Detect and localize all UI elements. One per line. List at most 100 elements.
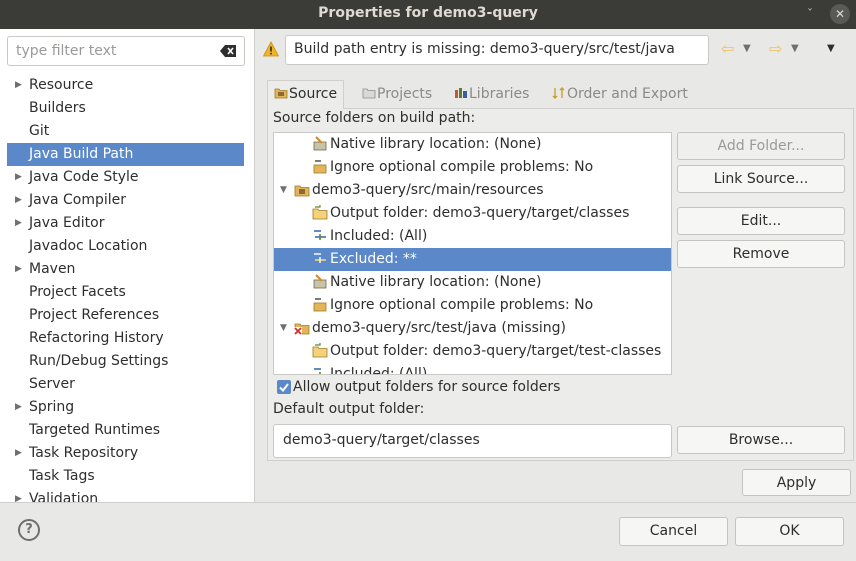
order-export-tab-icon [552, 87, 565, 99]
tree-item[interactable]: ▶ Maven [0, 258, 254, 281]
tree-item[interactable]: Refactoring History [0, 327, 254, 350]
remove-button[interactable]: Remove [677, 240, 845, 268]
forward-arrow-icon[interactable]: ⇨ [769, 39, 782, 58]
expand-arrow-icon[interactable]: ▶ [15, 442, 23, 465]
excluded-icon [314, 253, 326, 263]
tree-item[interactable]: Task Tags [0, 465, 254, 488]
tree-item-label: Java Editor [29, 215, 105, 231]
entry-label: demo3-query/src/main/resources [312, 182, 544, 198]
tree-item[interactable]: ▶ Spring [0, 396, 254, 419]
collapse-arrow-icon[interactable]: ▼ [280, 179, 287, 202]
close-icon[interactable]: ✕ [830, 4, 850, 24]
entry-icon [312, 228, 328, 244]
output-folder-icon [312, 343, 328, 358]
tree-item[interactable]: Server [0, 373, 254, 396]
list-item[interactable]: Native library location: (None) [274, 133, 671, 156]
tree-item[interactable]: Java Build Path [7, 143, 244, 166]
tree-item[interactable]: ▶ Java Compiler [0, 189, 254, 212]
list-item[interactable]: Included: (All) [274, 363, 671, 374]
tree-item[interactable]: ▶ Validation [0, 488, 254, 511]
missing-source-folder-icon [294, 323, 310, 335]
minimize-icon[interactable]: ˇ [800, 4, 820, 24]
expand-arrow-icon[interactable]: ▶ [15, 166, 23, 189]
apply-button[interactable]: Apply [742, 469, 851, 496]
entry-icon [294, 320, 310, 336]
list-item[interactable]: Ignore optional compile problems: No [274, 156, 671, 179]
list-item[interactable]: Excluded: ** [274, 248, 671, 271]
source-tab-icon [274, 88, 288, 99]
tab-source[interactable]: Source [267, 80, 345, 109]
tab-projects[interactable]: Projects [362, 81, 432, 109]
back-dropdown-icon[interactable]: ▼ [743, 43, 751, 54]
native-lib-icon [313, 136, 327, 151]
link-source-button[interactable]: Link Source... [677, 165, 845, 193]
tree-item[interactable]: Git [0, 120, 254, 143]
help-icon[interactable]: ? [18, 519, 40, 541]
native-lib-icon [313, 274, 327, 289]
entry-icon [294, 182, 310, 198]
message-field: Build path entry is missing: demo3-query… [285, 35, 709, 65]
properties-tree: ▶ Resource Builders Git Java Build Path ▶ Java… [0, 74, 254, 511]
expand-arrow-icon[interactable]: ▶ [15, 212, 23, 235]
tree-item[interactable]: Builders [0, 97, 254, 120]
entry-icon [312, 366, 328, 374]
tree-item[interactable]: Run/Debug Settings [0, 350, 254, 373]
view-menu-icon[interactable]: ▼ [827, 43, 835, 54]
entry-icon [312, 274, 328, 290]
edit-button[interactable]: Edit... [677, 207, 845, 235]
expand-arrow-icon[interactable]: ▶ [15, 258, 23, 281]
output-folder-icon [312, 205, 328, 220]
included-icon [314, 368, 321, 374]
checkmark-icon [279, 383, 289, 393]
collapse-arrow-icon[interactable]: ▼ [280, 317, 287, 340]
ignore-problems-icon [313, 298, 327, 312]
tree-item-label: Resource [29, 77, 94, 93]
cancel-button[interactable]: Cancel [619, 517, 728, 546]
tree-item[interactable]: Targeted Runtimes [0, 419, 254, 442]
list-item[interactable]: Ignore optional compile problems: No [274, 294, 671, 317]
included-icon [314, 230, 326, 240]
tree-item-label: Builders [29, 100, 86, 116]
list-item[interactable]: ▼ demo3-query/src/main/resources [274, 179, 671, 202]
tree-item-label: Refactoring History [29, 330, 164, 346]
tree-item[interactable]: Project References [0, 304, 254, 327]
tree-item[interactable]: ▶ Java Editor [0, 212, 254, 235]
allow-output-folders-label[interactable]: Allow output folders for source folders [293, 379, 560, 395]
ok-button[interactable]: OK [735, 517, 844, 546]
browse-button[interactable]: Browse... [677, 426, 845, 454]
tree-item[interactable]: ▶ Task Repository [0, 442, 254, 465]
expand-arrow-icon[interactable]: ▶ [15, 488, 23, 511]
tree-item-label: Java Code Style [29, 169, 139, 185]
tree-item[interactable]: ▶ Resource [0, 74, 254, 97]
clear-filter-icon[interactable] [220, 45, 236, 57]
tab-libraries[interactable]: Libraries [454, 81, 529, 109]
tree-item-label: Targeted Runtimes [29, 422, 161, 438]
default-output-field[interactable]: demo3-query/target/classes [273, 424, 672, 458]
tree-item-label: Task Repository [29, 445, 139, 461]
filter-field[interactable] [7, 36, 245, 66]
forward-dropdown-icon[interactable]: ▼ [791, 43, 799, 54]
filter-input[interactable] [16, 43, 216, 59]
expand-arrow-icon[interactable]: ▶ [15, 396, 23, 419]
projects-tab-icon [362, 88, 376, 99]
title-bar: Properties for demo3-query ˇ ✕ [0, 0, 856, 29]
tree-item[interactable]: ▶ Java Code Style [0, 166, 254, 189]
add-folder-button[interactable]: Add Folder... [677, 132, 845, 160]
entry-icon [312, 251, 328, 267]
tab-order-export[interactable]: Order and Export [552, 81, 688, 109]
expand-arrow-icon[interactable]: ▶ [15, 189, 23, 212]
tree-item-label: Project Facets [29, 284, 126, 300]
entry-icon [312, 159, 328, 175]
list-item[interactable]: Output folder: demo3-query/target/classe… [274, 202, 671, 225]
list-item[interactable]: Native library location: (None) [274, 271, 671, 294]
expand-arrow-icon[interactable]: ▶ [15, 74, 23, 97]
list-item[interactable]: Included: (All) [274, 225, 671, 248]
back-arrow-icon[interactable]: ⇦ [721, 39, 734, 58]
list-item[interactable]: Output folder: demo3-query/target/test-c… [274, 340, 671, 363]
tree-item-label: Java Build Path [29, 146, 134, 162]
source-folders-tree[interactable]: Native library location: (None) Ignore op… [273, 132, 672, 375]
list-item[interactable]: ▼ demo3-query/src/test/java (missing) [274, 317, 671, 340]
allow-output-folders-checkbox[interactable] [277, 380, 291, 394]
tree-item[interactable]: Project Facets [0, 281, 254, 304]
tree-item[interactable]: Javadoc Location [0, 235, 254, 258]
